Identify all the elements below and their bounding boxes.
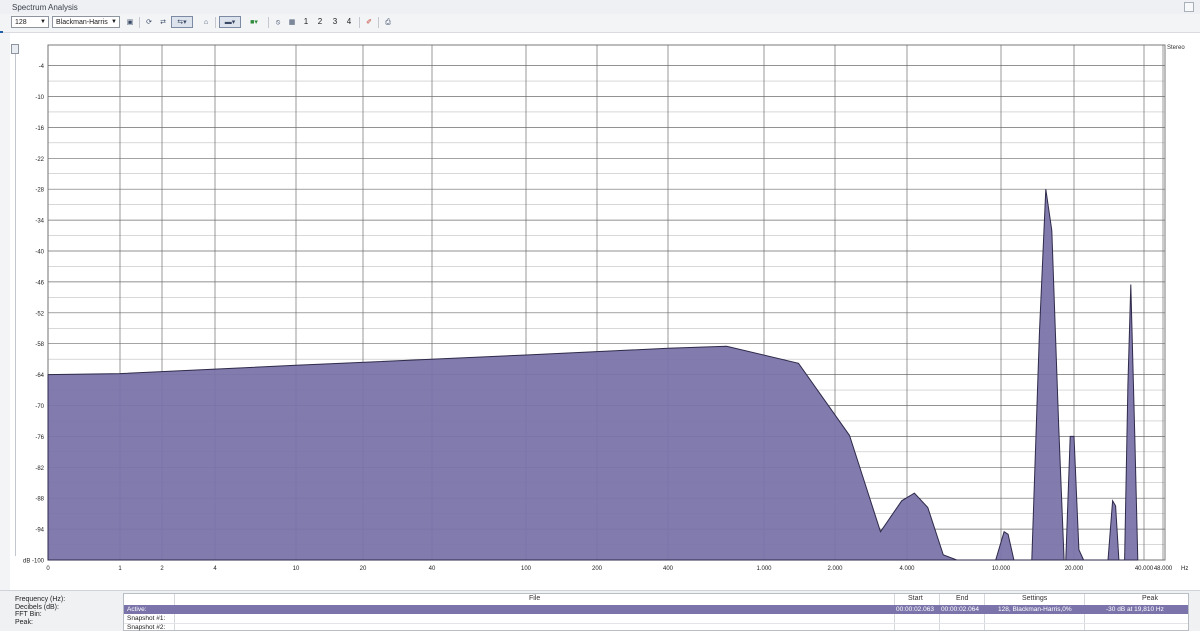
window-title: Spectrum Analysis	[12, 3, 78, 12]
snapshot-table: File Start End Settings Peak Active: 00:…	[123, 593, 1189, 631]
refresh-icon[interactable]: ⟳	[143, 16, 155, 28]
cursor-readout: Frequency (Hz): Decibels (dB): FFT Bin: …	[15, 596, 65, 626]
y-tick-label: -10	[35, 95, 44, 101]
x-tick-label: 4	[213, 566, 217, 572]
row-peak: -30 dB at 19,810 Hz	[1106, 606, 1164, 613]
window-function-value: Blackman-Harris	[56, 19, 108, 26]
table-row[interactable]: Snapshot #2:	[124, 623, 1188, 632]
row-name: Snapshot #1:	[127, 615, 166, 622]
x-tick-label: 0	[46, 566, 50, 572]
window-function-select[interactable]: Blackman-Harris ▼	[52, 16, 120, 28]
x-tick-label: 40.000	[1135, 566, 1154, 572]
toolbar-separator	[139, 17, 140, 28]
stereo-channel-icon[interactable]: ⇄	[157, 16, 169, 28]
y-tick-label: -88	[35, 497, 44, 503]
grid-icon[interactable]: ▦	[286, 16, 298, 28]
row-start: 00:00:02.063	[896, 606, 934, 613]
x-tick-label: 1	[118, 566, 122, 572]
toolbar-separator	[359, 17, 360, 28]
peak-label: Peak:	[15, 618, 33, 626]
y-axis-labels: -4 -10 -16 -22 -28 -34 -40 -46 -52 -58 -64 -70 -76 -8…	[23, 64, 45, 564]
toolbar: 128 ▼ Blackman-Harris ▼ ▣ ⟳ ⇄ ⇆▾ ⌂ ▬▾ ■▾…	[0, 14, 1200, 41]
x-tick-label: 40	[429, 566, 436, 572]
toolbar-separator	[378, 17, 379, 28]
window-close-button[interactable]	[1184, 2, 1194, 12]
x-tick-label: 2.000	[827, 566, 843, 572]
y-tick-label: -82	[35, 466, 44, 472]
snapshot-1-button[interactable]: 1	[301, 16, 311, 28]
y-tick-label: -16	[35, 126, 44, 132]
y-tick-label: -76	[35, 435, 44, 441]
channel-mode-button[interactable]: ⇆▾	[171, 16, 193, 28]
clear-snapshots-icon[interactable]: ✐	[363, 16, 375, 28]
x-tick-label: 10	[293, 566, 300, 572]
info-panel: Frequency (Hz): Decibels (dB): FFT Bin: …	[0, 590, 1200, 631]
x-tick-label: 200	[592, 566, 603, 572]
chevron-down-icon: ▼	[111, 19, 117, 25]
y-tick-label: -22	[35, 157, 44, 163]
y-tick-label: -46	[35, 280, 44, 286]
x-tick-label: 20	[360, 566, 367, 572]
y-tick-label: -70	[35, 404, 44, 410]
row-name: Active:	[127, 606, 147, 613]
column-header-peak[interactable]: Peak	[1142, 595, 1158, 602]
snapshot-3-button[interactable]: 3	[330, 16, 340, 28]
x-tick-label: 20.000	[1065, 566, 1084, 572]
row-end: 00:00:02.064	[941, 606, 979, 613]
y-tick-label: -58	[35, 342, 44, 348]
graph-type-button[interactable]: ▬▾	[219, 16, 241, 28]
x-tick-label: 48.000	[1154, 566, 1173, 572]
y-tick-label: -94	[35, 528, 44, 534]
x-tick-label: 100	[521, 566, 532, 572]
x-axis-labels: 0 1 2 4 10 20 40 100 200 400 1.000 2.000 4.000 10.000…	[46, 566, 1188, 572]
x-tick-label: 10.000	[992, 566, 1011, 572]
reset-icon[interactable]: ⦸	[272, 16, 284, 28]
spectrum-chart: -4 -10 -16 -22 -28 -34 -40 -46 -52 -58 -64 -70 -76 -8…	[23, 44, 1188, 572]
frequency-label: Frequency (Hz):	[15, 596, 66, 603]
y-tick-label: -4	[39, 64, 45, 70]
row-settings: 128, Blackman-Harris,0%	[998, 606, 1072, 613]
color-scheme-button[interactable]: ■▾	[244, 16, 264, 28]
x-unit-label: Hz	[1181, 566, 1188, 572]
snapshot-2-button[interactable]: 2	[315, 16, 325, 28]
print-icon[interactable]: ⎙	[382, 16, 394, 28]
fft-bin-label: FFT Bin:	[15, 611, 42, 618]
chevron-down-icon: ▼	[40, 19, 46, 25]
x-tick-label: 1.000	[756, 566, 772, 572]
column-header-settings[interactable]: Settings	[1022, 595, 1047, 602]
y-tick-label: -40	[35, 250, 44, 256]
toolbar-separator	[215, 17, 216, 28]
settings-icon[interactable]: ▣	[124, 16, 136, 28]
y-tick-label: -64	[35, 373, 44, 379]
y-tick-label: -28	[35, 188, 44, 194]
column-header-start[interactable]: Start	[908, 595, 923, 602]
fft-size-select[interactable]: 128 ▼	[11, 16, 49, 28]
x-tick-label: 400	[663, 566, 674, 572]
decibels-label: Decibels (dB):	[15, 603, 59, 611]
y-tick-label: -34	[35, 219, 44, 225]
x-tick-label: 4.000	[899, 566, 915, 572]
toolbar-separator	[268, 17, 269, 28]
column-header-end[interactable]: End	[956, 595, 968, 602]
table-row[interactable]: Active: 00:00:02.063 00:00:02.064 128, B…	[124, 605, 1188, 614]
lock-icon[interactable]: ⌂	[200, 16, 212, 28]
channel-label: Stereo	[1167, 45, 1185, 51]
window-titlebar: Spectrum Analysis	[0, 0, 1200, 15]
snapshot-4-button[interactable]: 4	[344, 16, 354, 28]
fft-size-value: 128	[15, 19, 27, 26]
y-tick-label: dB -100	[23, 559, 45, 565]
column-header-file[interactable]: File	[529, 595, 540, 602]
y-tick-label: -52	[35, 311, 44, 317]
x-tick-label: 2	[160, 566, 164, 572]
row-name: Snapshot #2:	[127, 624, 166, 631]
